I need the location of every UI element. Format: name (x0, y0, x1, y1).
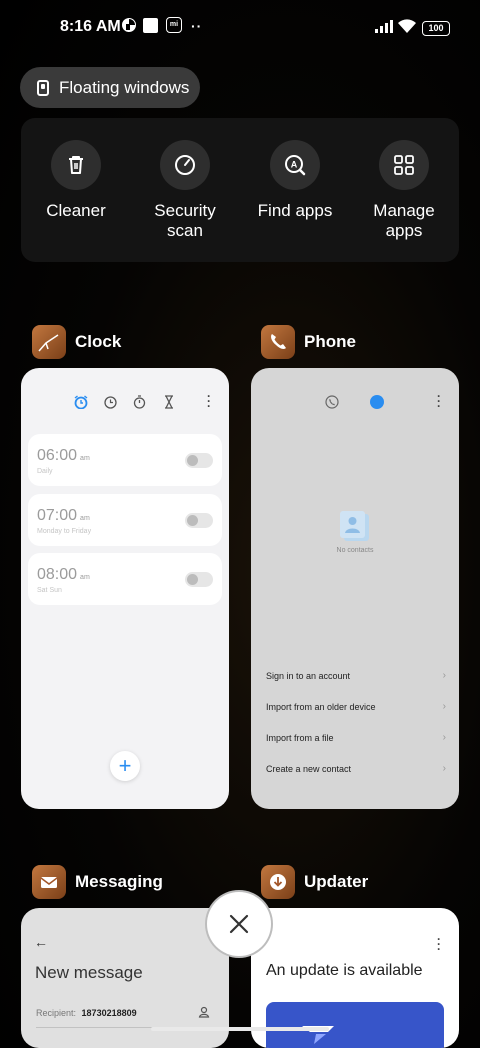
option-label: Create a new contact (266, 764, 352, 774)
phone-app-icon (261, 325, 295, 359)
clock-app-card[interactable]: · · · 06:00 am Daily 07:00 am Monday to Frid… (21, 368, 229, 809)
more-notifications-icon: ·· (191, 18, 203, 34)
option-label: Sign in to an account (266, 671, 351, 681)
clock-app-name: Clock (75, 332, 122, 351)
alarm-row[interactable]: 06:00 am Daily (28, 434, 222, 486)
phone-app-header[interactable]: Phone (261, 325, 356, 359)
gauge-icon (175, 155, 195, 175)
chevron-right-icon: › (442, 670, 446, 681)
grid-icon (394, 155, 414, 175)
trash-icon (69, 156, 83, 174)
floating-window-icon (37, 79, 49, 96)
wifi-icon (398, 19, 416, 33)
manage-apps-label: Manage apps (373, 201, 435, 240)
gesture-handle[interactable] (151, 1027, 329, 1031)
updater-app-name: Updater (304, 872, 369, 891)
messaging-app-icon (32, 865, 66, 899)
sign-in-option[interactable]: Sign in to an account › (266, 670, 446, 681)
clock-more-icon[interactable]: · · · (207, 390, 211, 412)
mi-notification-icon: mi (166, 17, 182, 33)
contacts-tab-icon[interactable] (370, 395, 384, 409)
contacts-empty-icon (340, 511, 369, 541)
floating-windows-button[interactable]: Floating windows (20, 67, 200, 108)
app-search-icon: A (285, 155, 306, 176)
alarm-toggle[interactable] (185, 513, 213, 528)
alarm-ampm: am (80, 574, 90, 581)
alarm-ampm: am (80, 515, 90, 522)
option-label: Import from an older device (266, 702, 376, 712)
option-label: Import from a file (266, 733, 334, 743)
update-banner (266, 1002, 444, 1048)
contact-picker-icon[interactable] (198, 1006, 210, 1018)
alarm-time: 06:00 (37, 447, 78, 464)
new-message-title: New message (35, 963, 143, 982)
battery-icon: 100 (422, 21, 450, 36)
svg-text:A: A (291, 160, 298, 170)
recipient-label: Recipient: (36, 1008, 77, 1018)
quick-actions-panel: Cleaner Security scan A Find apps Manage… (21, 118, 459, 262)
find-apps-label: Find apps (257, 201, 333, 220)
alarm-time: 07:00 (37, 507, 78, 524)
alarm-time: 08:00 (37, 566, 78, 583)
security-scan-button[interactable]: Security scan (135, 140, 235, 241)
manage-apps-button[interactable]: Manage apps (354, 140, 454, 241)
security-scan-label: Security scan (154, 201, 216, 240)
updater-app-icon (261, 865, 295, 899)
timer-tab-icon[interactable] (164, 395, 174, 409)
ring-notification-icon (122, 18, 136, 32)
status-time: 8:16 AM (60, 18, 121, 35)
stopwatch-tab-icon[interactable] (133, 395, 146, 409)
recipient-value: 18730218809 (81, 1008, 137, 1018)
status-bar: 8:16 AM mi ·· 100 (0, 0, 480, 56)
add-alarm-button[interactable]: + (110, 751, 140, 781)
alarm-repeat: Monday to Friday (37, 528, 92, 535)
find-apps-button[interactable]: A Find apps (245, 140, 345, 221)
back-arrow-icon[interactable]: ← (34, 934, 48, 950)
alarm-tab-icon[interactable] (74, 395, 88, 409)
recents-tab-icon[interactable] (325, 395, 339, 409)
messaging-app-header[interactable]: Messaging (32, 865, 163, 899)
updater-more-icon[interactable]: · · · (437, 933, 441, 955)
updater-app-header[interactable]: Updater (261, 865, 368, 899)
close-all-button[interactable] (207, 892, 271, 956)
chevron-right-icon: › (442, 763, 446, 774)
cleaner-label: Cleaner (46, 201, 106, 220)
alarm-row[interactable]: 07:00 am Monday to Friday (28, 494, 222, 546)
chevron-right-icon: › (442, 701, 446, 712)
recipient-row[interactable]: Recipient: 18730218809 (36, 1008, 137, 1018)
alarm-toggle[interactable] (185, 572, 213, 587)
chevron-right-icon: › (442, 732, 446, 743)
messaging-app-name: Messaging (75, 872, 163, 891)
floating-windows-label: Floating windows (59, 77, 190, 97)
alarm-row[interactable]: 08:00 am Sat Sun (28, 553, 222, 605)
signal-icon (375, 20, 393, 33)
alarm-repeat: Sat Sun (37, 587, 62, 594)
no-contacts-text: No contacts (336, 547, 374, 554)
create-contact-option[interactable]: Create a new contact › (266, 763, 446, 774)
cleaner-button[interactable]: Cleaner (26, 140, 126, 221)
phone-app-card[interactable]: · · · No contacts Sign in to an account › I… (251, 368, 459, 809)
square-notification-icon (143, 18, 158, 33)
phone-more-icon[interactable]: · · · (437, 390, 441, 412)
alarm-ampm: am (80, 455, 90, 462)
clock-app-icon (32, 325, 66, 359)
clock-app-header[interactable]: Clock (32, 325, 121, 359)
import-file-option[interactable]: Import from a file › (266, 732, 446, 743)
alarm-repeat: Daily (37, 468, 53, 475)
close-icon (229, 914, 249, 934)
world-clock-tab-icon[interactable] (104, 396, 117, 409)
import-device-option[interactable]: Import from an older device › (266, 701, 446, 712)
alarm-toggle[interactable] (185, 453, 213, 468)
update-available-title: An update is available (266, 962, 423, 979)
phone-app-name: Phone (304, 332, 356, 351)
